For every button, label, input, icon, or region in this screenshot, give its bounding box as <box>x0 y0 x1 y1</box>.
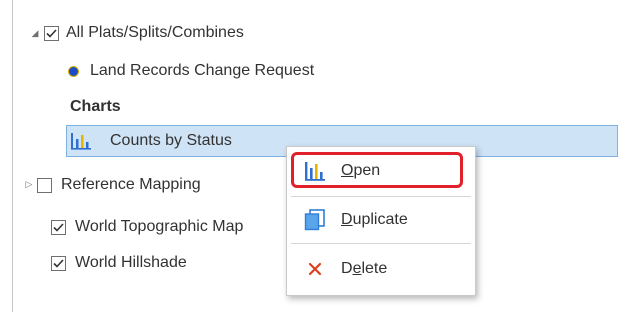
layer-checkbox[interactable] <box>44 25 59 41</box>
layer-label: Land Records Change Request <box>90 62 315 79</box>
menu-item-label: Delete <box>341 260 387 278</box>
context-menu: Open Duplicate Delete <box>286 146 476 296</box>
layer-label: World Topographic Map <box>75 218 244 235</box>
accel-key: D <box>341 211 353 228</box>
layer-label: World Hillshade <box>75 254 187 271</box>
charts-heading: Charts <box>70 98 121 115</box>
menu-item-duplicate[interactable]: Duplicate <box>287 200 473 240</box>
check-icon <box>46 28 57 38</box>
red-highlight-box <box>291 152 463 188</box>
tree-item-world-hillshade[interactable]: World Hillshade <box>51 248 187 278</box>
tree-item-all-plats[interactable]: ◢ All Plats/Splits/Combines <box>30 18 244 48</box>
layer-checkbox[interactable] <box>37 177 52 193</box>
label-rest: uplicate <box>352 211 408 228</box>
menu-separator <box>291 243 471 244</box>
expand-triangle-icon[interactable]: ◢ <box>30 28 40 39</box>
menu-separator <box>291 196 471 197</box>
point-symbol-icon <box>68 65 79 77</box>
check-icon <box>53 222 64 232</box>
check-icon <box>53 258 64 268</box>
label-start: D <box>341 260 353 277</box>
label-rest: lete <box>361 260 388 277</box>
delete-x-icon <box>308 262 322 276</box>
chart-label: Counts by Status <box>110 132 232 149</box>
layer-label: All Plats/Splits/Combines <box>66 24 244 41</box>
tree-item-reference-mapping[interactable]: ▷ Reference Mapping <box>26 170 201 200</box>
tree-item-counts-by-status[interactable]: Counts by Status <box>70 126 232 156</box>
tree-item-world-topographic[interactable]: World Topographic Map <box>51 212 243 242</box>
tree-guide-line <box>12 0 13 312</box>
layer-checkbox[interactable] <box>51 219 66 235</box>
duplicate-icon <box>304 209 325 231</box>
menu-item-delete[interactable]: Delete <box>287 249 473 289</box>
layer-checkbox[interactable] <box>51 255 66 271</box>
bar-chart-icon <box>71 133 91 150</box>
tree-item-land-records[interactable]: Land Records Change Request <box>68 56 314 86</box>
collapse-triangle-icon[interactable]: ▷ <box>24 179 34 190</box>
menu-item-label: Duplicate <box>341 211 408 229</box>
layer-label: Reference Mapping <box>61 176 201 193</box>
